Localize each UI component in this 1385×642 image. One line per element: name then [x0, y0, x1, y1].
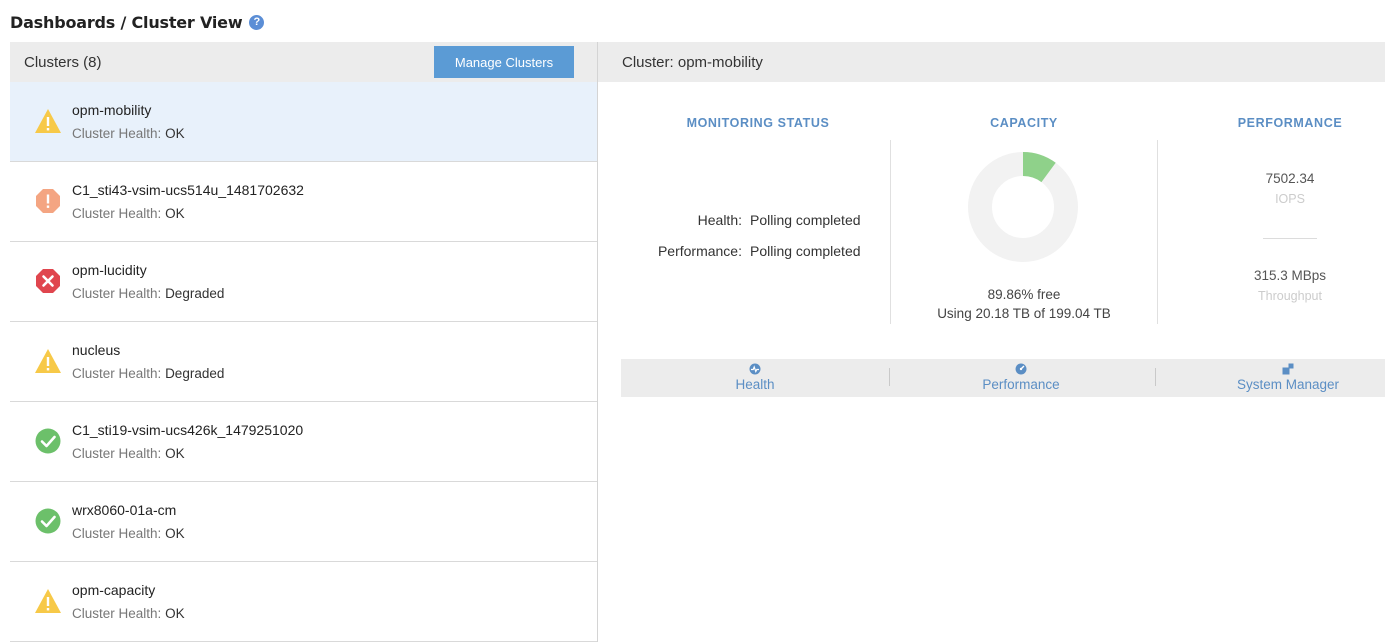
cluster-list-item[interactable]: opm-capacity Cluster Health: OK [10, 562, 597, 642]
minor-warning-icon [34, 187, 62, 215]
page-header: Dashboards / Cluster View ? [10, 10, 265, 34]
cluster-detail-header: Cluster: opm-mobility [598, 42, 1385, 82]
cluster-text: wrx8060-01a-cm Cluster Health: OK [72, 501, 185, 543]
cluster-name: C1_sti19-vsim-ucs426k_1479251020 [72, 422, 304, 438]
cluster-list-item[interactable]: wrx8060-01a-cm Cluster Health: OK [10, 482, 597, 562]
cluster-health: Cluster Health: Degraded [72, 285, 224, 303]
performance-separator [1263, 238, 1317, 239]
cluster-text: opm-mobility Cluster Health: OK [72, 101, 185, 143]
cluster-health-label: Cluster Health: [72, 206, 162, 221]
system-manager-link[interactable]: System Manager [1188, 359, 1385, 397]
monitoring-status-section: MONITORING STATUS [622, 116, 894, 130]
cluster-text: nucleus Cluster Health: Degraded [72, 341, 224, 383]
cluster-health-label: Cluster Health: [72, 126, 162, 141]
iops-value: 7502.34 [1265, 171, 1315, 186]
cluster-health-value: OK [165, 606, 185, 621]
monitoring-performance-value: Polling completed [750, 243, 861, 259]
cluster-text: opm-lucidity Cluster Health: Degraded [72, 261, 224, 303]
cluster-list-item[interactable]: nucleus Cluster Health: Degraded [10, 322, 597, 402]
cluster-list-item[interactable]: C1_sti19-vsim-ucs426k_1479251020 Cluster … [10, 402, 597, 482]
cluster-health: Cluster Health: OK [72, 205, 304, 223]
page-title: Dashboards / Cluster View [10, 12, 243, 32]
system-manager-link-label: System Manager [1236, 377, 1340, 392]
iops-unit: IOPS [1275, 192, 1305, 206]
warning-icon [34, 347, 62, 375]
capacity-used-segment [1022, 152, 1056, 183]
system-manager-icon [1282, 363, 1294, 375]
cluster-health-label: Cluster Health: [72, 446, 162, 461]
cluster-name: opm-mobility [72, 102, 152, 118]
capacity-section: CAPACITY [890, 116, 1158, 130]
cluster-health-value: OK [165, 526, 185, 541]
cluster-health-value: Degraded [165, 366, 225, 381]
monitoring-health-value: Polling completed [750, 212, 861, 228]
performance-link-label: Performance [982, 377, 1060, 392]
cluster-list-item[interactable]: opm-mobility Cluster Health: OK [10, 82, 597, 162]
manage-clusters-button[interactable]: Manage Clusters [434, 46, 574, 78]
monitoring-performance-row: Performance: Polling completed [622, 243, 861, 259]
cluster-health: Cluster Health: OK [72, 445, 303, 463]
performance-section: PERFORMANCE [1190, 116, 1385, 130]
cluster-health-value: OK [165, 126, 185, 141]
cluster-text: opm-capacity Cluster Health: OK [72, 581, 185, 623]
monitoring-status-title: MONITORING STATUS [686, 116, 830, 130]
cluster-list-item[interactable]: opm-lucidity Cluster Health: Degraded [10, 242, 597, 322]
ok-check-icon [34, 427, 62, 455]
cluster-name: opm-capacity [72, 582, 156, 598]
cluster-name: nucleus [72, 342, 121, 358]
monitoring-health-row: Health: Polling completed [622, 212, 861, 228]
cluster-health-value: OK [165, 206, 185, 221]
capacity-free-ring [968, 152, 1078, 262]
cluster-health: Cluster Health: Degraded [72, 365, 224, 383]
capacity-title: CAPACITY [990, 116, 1058, 130]
cluster-health-label: Cluster Health: [72, 526, 162, 541]
capacity-usage-text: Using 20.18 TB of 199.04 TB [937, 306, 1111, 321]
cluster-list: opm-mobility Cluster Health: OK C1_sti43-v… [10, 82, 597, 642]
help-icon[interactable]: ? [249, 14, 265, 30]
throughput-unit: Throughput [1258, 289, 1322, 303]
capacity-free-text: 89.86% free [987, 287, 1061, 302]
link-separator [1155, 368, 1156, 386]
performance-icon [1015, 363, 1027, 375]
cluster-name: C1_sti43-vsim-ucs514u_1481702632 [72, 182, 304, 198]
health-link-label: Health [735, 377, 775, 392]
cluster-health: Cluster Health: OK [72, 605, 185, 623]
health-link[interactable]: Health [655, 359, 855, 397]
warning-icon [34, 587, 62, 615]
cluster-text: C1_sti19-vsim-ucs426k_1479251020 Cluster … [72, 421, 303, 463]
cluster-health-label: Cluster Health: [72, 606, 162, 621]
column-divider [1157, 140, 1158, 324]
throughput-value: 315.3 MBps [1253, 268, 1327, 283]
quick-links-bar: Health Performance System Manager [621, 359, 1385, 397]
cluster-name: wrx8060-01a-cm [72, 502, 177, 518]
health-icon [749, 363, 761, 375]
cluster-detail-panel: Cluster: opm-mobility MONITORING STATUS … [598, 42, 1385, 642]
cluster-name: opm-lucidity [72, 262, 147, 278]
cluster-health-label: Cluster Health: [72, 366, 162, 381]
link-separator [889, 368, 890, 386]
cluster-health: Cluster Health: OK [72, 125, 185, 143]
clusters-panel-header: Clusters (8) Manage Clusters [10, 42, 597, 82]
ok-check-icon [34, 507, 62, 535]
monitoring-performance-label: Performance: [657, 243, 742, 259]
error-icon [34, 267, 62, 295]
cluster-health-value: OK [165, 446, 185, 461]
cluster-health-value: Degraded [165, 286, 225, 301]
clusters-count: Clusters (8) [24, 53, 102, 71]
cluster-health: Cluster Health: OK [72, 525, 185, 543]
capacity-donut[interactable] [966, 150, 1080, 264]
performance-link[interactable]: Performance [921, 359, 1121, 397]
cluster-list-item[interactable]: C1_sti43-vsim-ucs514u_1481702632 Cluster … [10, 162, 597, 242]
monitoring-health-label: Health: [697, 212, 742, 228]
cluster-health-label: Cluster Health: [72, 286, 162, 301]
column-divider [890, 140, 891, 324]
performance-title: PERFORMANCE [1237, 116, 1343, 130]
warning-icon [34, 107, 62, 135]
cluster-text: C1_sti43-vsim-ucs514u_1481702632 Cluster … [72, 181, 304, 223]
clusters-panel: Clusters (8) Manage Clusters opm-mobilit… [10, 42, 598, 642]
